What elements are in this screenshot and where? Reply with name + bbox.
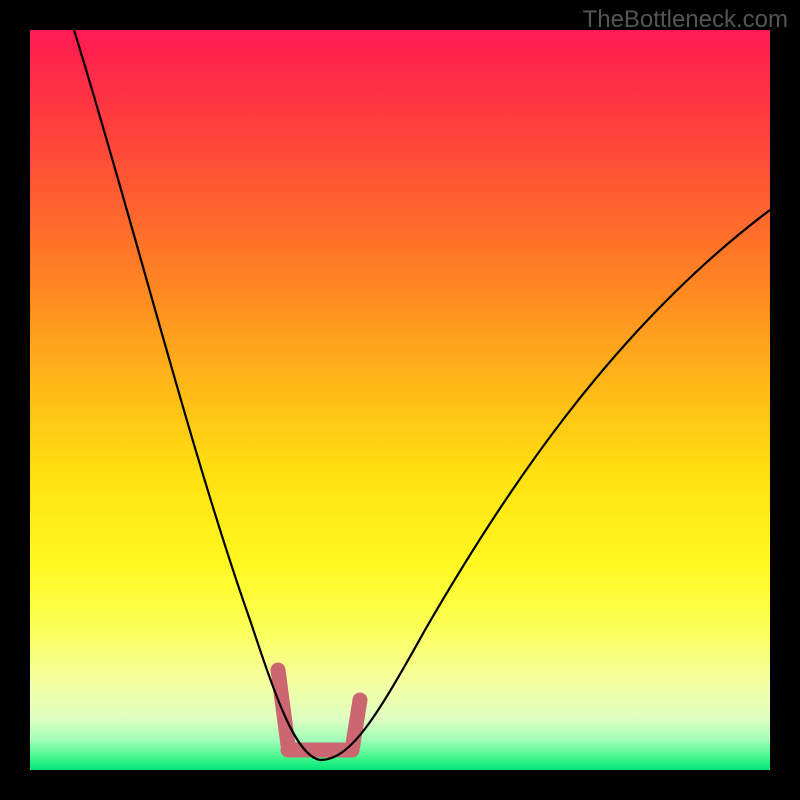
pink-v-marker	[278, 670, 360, 750]
plot-area	[30, 30, 770, 770]
bottleneck-curve	[74, 30, 770, 760]
watermark-text: TheBottleneck.com	[583, 6, 788, 34]
chart-svg	[30, 30, 770, 770]
